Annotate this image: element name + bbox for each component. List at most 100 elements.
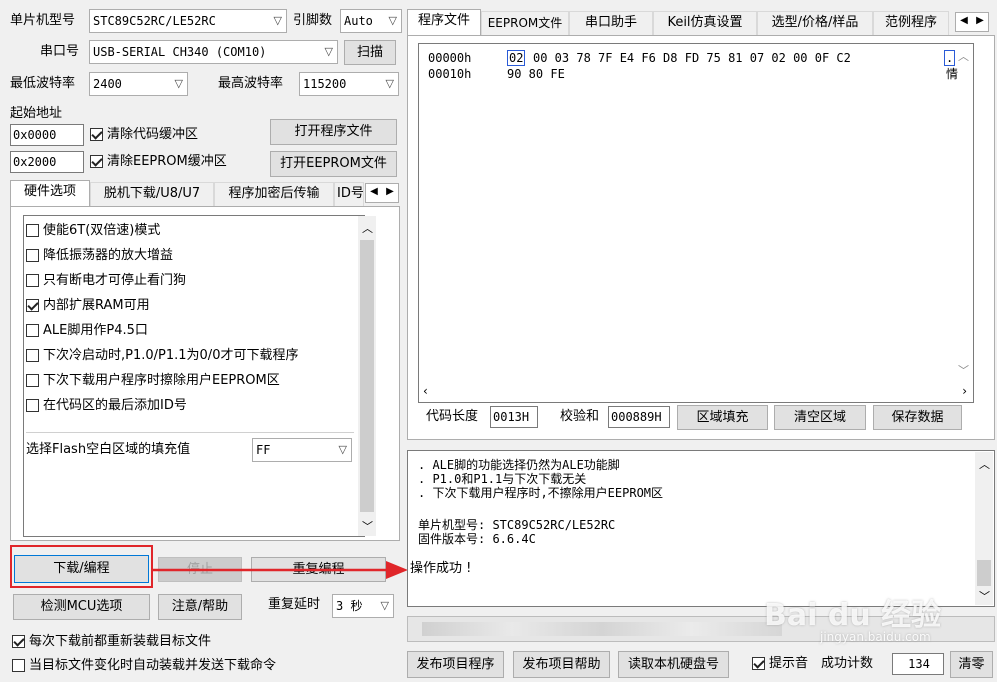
chevron-down-icon[interactable]: ﹀ [958, 362, 969, 378]
hex-selected-byte[interactable]: 02 [507, 50, 526, 66]
mcu-label: 单片机型号 [10, 13, 76, 28]
start-address-label: 起始地址 [10, 106, 63, 121]
log-output[interactable]: . ALE脚的功能选择仍然为ALE功能脚 . P1.0和P1.1与下次下载无关 … [407, 450, 995, 607]
checksum-field: 000889H [608, 406, 670, 428]
tab-selection-price[interactable]: 选型/价格/样品 [757, 11, 873, 35]
red-arrow-annotation [152, 561, 408, 579]
options-list: 使能6T(双倍速)模式 降低振荡器的放大增益 只有断电才可停止看门狗 内部扩展R… [23, 215, 376, 537]
help-button[interactable]: 注意/帮助 [158, 594, 242, 620]
tab-scroll-buttons[interactable]: ◀ ▶ [955, 12, 989, 32]
checkbox-icon [26, 349, 39, 362]
reset-count-button[interactable]: 清零 [950, 651, 993, 678]
checkbox-icon [90, 155, 103, 168]
clear-area-button[interactable]: 清空区域 [774, 405, 866, 430]
chevron-down-icon[interactable]: ﹀ [979, 588, 990, 604]
tab-eeprom-file[interactable]: EEPROM文件 [481, 11, 569, 35]
repeat-delay-label: 重复延时 [268, 597, 321, 612]
min-baud-select[interactable]: 2400 ▽ [89, 72, 188, 96]
checkbox-icon [26, 299, 39, 312]
hex-row-address: 00010h [428, 67, 472, 81]
scrollbar-thumb[interactable] [360, 240, 374, 512]
checkbox-icon [26, 274, 39, 287]
success-count-field: 134 [892, 653, 944, 675]
open-eeprom-file-button[interactable]: 打开EEPROM文件 [270, 151, 397, 177]
auto-load-checkbox[interactable]: 当目标文件变化时自动装载并发送下载命令 [12, 656, 276, 676]
chevron-up-icon[interactable]: ︿ [958, 48, 969, 64]
prompt-sound-checkbox[interactable]: 提示音 [752, 654, 808, 674]
open-program-file-button[interactable]: 打开程序文件 [270, 119, 397, 145]
option-reduce-gain[interactable]: 降低振荡器的放大增益 [26, 245, 173, 269]
operation-result: 操作成功 ! [410, 561, 472, 576]
chevron-down-icon: ▽ [174, 77, 183, 90]
download-program-button[interactable]: 下载/编程 [14, 555, 149, 583]
chevron-left-icon[interactable]: ‹ [423, 384, 428, 398]
hex-ascii-cursor[interactable]: . [944, 50, 956, 66]
option-cold-start-p10-p11[interactable]: 下次冷启动时,P1.0/P1.1为0/0才可下载程序 [26, 345, 298, 369]
option-watchdog[interactable]: 只有断电才可停止看门狗 [26, 270, 186, 294]
clear-eeprom-checkbox[interactable]: 清除EEPROM缓冲区 [90, 152, 227, 172]
pins-select[interactable]: Auto ▽ [340, 9, 402, 33]
save-data-button[interactable]: 保存数据 [873, 405, 962, 430]
tab-program-file[interactable]: 程序文件 [407, 9, 481, 35]
chevron-left-icon[interactable]: ◀ [956, 15, 972, 26]
max-baud-select[interactable]: 115200 ▽ [299, 72, 399, 96]
fill-value-select[interactable]: FF ▽ [252, 438, 352, 462]
code-length-field: 0013H [490, 406, 538, 428]
tab-encrypted-transfer[interactable]: 程序加密后传输 [214, 182, 334, 206]
tab-serial-assistant[interactable]: 串口助手 [569, 11, 653, 35]
chevron-right-icon[interactable]: ▶ [382, 186, 398, 197]
tab-id[interactable]: ID号 [334, 182, 364, 206]
chevron-up-icon[interactable]: ︿ [362, 220, 373, 236]
chevron-down-icon: ▽ [385, 77, 394, 90]
hardware-options-panel: 使能6T(双倍速)模式 降低振荡器的放大增益 只有断电才可停止看门狗 内部扩展R… [10, 206, 400, 541]
hex-row-address: 00000h [428, 51, 472, 65]
log-line: . 下次下载用户程序时,不擦除用户EEPROM区 [418, 486, 664, 500]
fill-value-label: 选择Flash空白区域的填充值 [26, 442, 191, 457]
read-disk-number-button[interactable]: 读取本机硬盘号 [618, 651, 729, 678]
scan-button[interactable]: 扫描 [344, 40, 396, 65]
checkbox-icon [26, 249, 39, 262]
chevron-right-icon[interactable]: › [962, 384, 967, 398]
chevron-left-icon[interactable]: ◀ [366, 186, 382, 197]
chevron-down-icon: ▽ [273, 14, 282, 27]
right-tab-bar: 程序文件 EEPROM文件 串口助手 Keil仿真设置 选型/价格/样品 范例程… [407, 9, 995, 35]
option-internal-ram[interactable]: 内部扩展RAM可用 [26, 295, 150, 319]
scrollbar-thumb[interactable] [977, 560, 991, 586]
mcu-select[interactable]: STC89C52RC/LE52RC ▽ [89, 9, 287, 33]
tab-offline-download[interactable]: 脱机下载/U8/U7 [90, 182, 214, 206]
publish-project-button[interactable]: 发布项目程序 [407, 651, 504, 678]
checkbox-icon [26, 224, 39, 237]
tab-hardware-options[interactable]: 硬件选项 [10, 180, 90, 206]
chevron-up-icon[interactable]: ︿ [979, 456, 990, 472]
chevron-right-icon[interactable]: ▶ [972, 15, 988, 26]
tab-scroll-buttons[interactable]: ◀ ▶ [365, 183, 399, 203]
checkbox-icon [12, 659, 25, 672]
chevron-down-icon: ▽ [324, 45, 333, 58]
pins-label: 引脚数 [293, 13, 333, 28]
eeprom-start-address-input[interactable]: 0x2000 [10, 151, 84, 173]
option-erase-eeprom[interactable]: 下次下载用户程序时擦除用户EEPROM区 [26, 370, 280, 394]
tab-keil-settings[interactable]: Keil仿真设置 [653, 11, 757, 35]
program-file-panel: 00000h 02 00 03 78 7F E4 F6 D8 FD 75 81 … [407, 35, 995, 440]
code-start-address-input[interactable]: 0x0000 [10, 124, 84, 146]
chevron-down-icon: ▽ [338, 443, 347, 456]
chevron-down-icon[interactable]: ﹀ [362, 518, 373, 534]
area-fill-button[interactable]: 区域填充 [677, 405, 768, 430]
option-6t-mode[interactable]: 使能6T(双倍速)模式 [26, 220, 160, 244]
hex-viewer[interactable]: 00000h 02 00 03 78 7F E4 F6 D8 FD 75 81 … [418, 43, 974, 403]
log-scrollbar[interactable]: ︿ ﹀ [975, 452, 993, 605]
watermark-url: jingyan.baidu.com [820, 630, 931, 644]
repeat-delay-select[interactable]: 3 秒 ▽ [332, 594, 394, 618]
min-baud-label: 最低波特率 [10, 76, 76, 91]
option-add-id[interactable]: 在代码区的最后添加ID号 [26, 395, 187, 419]
options-scrollbar[interactable]: ︿ ﹀ [358, 216, 376, 536]
left-tab-bar: 硬件选项 脱机下载/U8/U7 程序加密后传输 ID号 ◀ ▶ [10, 180, 400, 206]
log-line: 固件版本号: 6.6.4C [418, 532, 536, 546]
reload-before-download-checkbox[interactable]: 每次下载前都重新装载目标文件 [12, 632, 211, 652]
port-select[interactable]: USB-SERIAL CH340 (COM10) ▽ [89, 40, 338, 64]
clear-code-checkbox[interactable]: 清除代码缓冲区 [90, 125, 198, 145]
option-ale-p45[interactable]: ALE脚用作P4.5口 [26, 320, 148, 344]
detect-mcu-button[interactable]: 检测MCU选项 [13, 594, 150, 620]
publish-help-button[interactable]: 发布项目帮助 [513, 651, 610, 678]
tab-examples[interactable]: 范例程序 [873, 11, 949, 35]
